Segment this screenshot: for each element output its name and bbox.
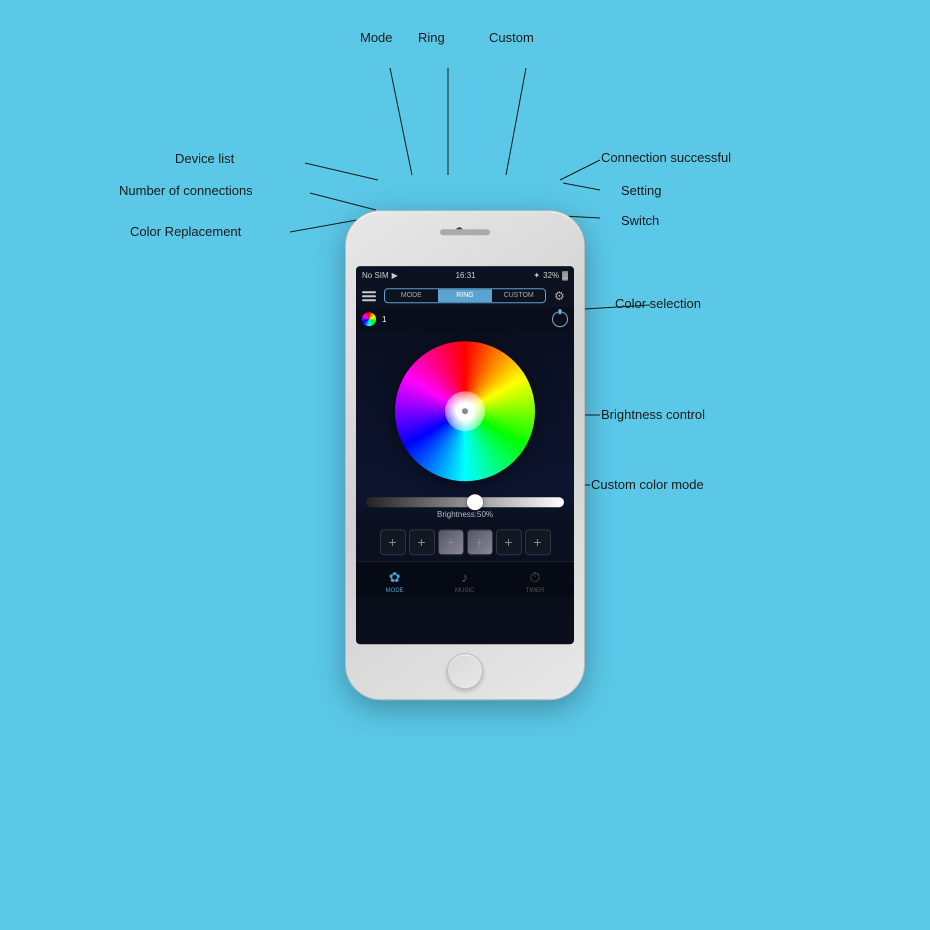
num-connections-label: Number of connections	[119, 183, 253, 198]
color-wheel[interactable]	[395, 341, 535, 481]
nav-mode[interactable]: ✿ MODE	[386, 568, 404, 594]
device-list-label: Device list	[175, 151, 234, 166]
brightness-area: Brightness:50%	[356, 491, 574, 523]
brightness-thumb[interactable]	[467, 494, 483, 510]
bluetooth-icon: ✦	[533, 271, 540, 280]
wheel-center	[461, 407, 469, 415]
battery-icon: ▓	[562, 271, 568, 280]
mode-icon: ✿	[386, 568, 404, 586]
setting-label: Setting	[621, 183, 661, 198]
tab-bar: MODE RING CUSTOM ⚙	[356, 284, 574, 307]
nav-timer-label: TIMER	[526, 588, 545, 594]
connection-count: 1	[382, 315, 386, 324]
top-label-custom: Custom	[489, 30, 534, 45]
color-dot[interactable]	[362, 312, 376, 326]
menu-icon[interactable]	[362, 291, 376, 301]
nav-timer[interactable]: ⏱ TIMER	[526, 568, 545, 594]
time-display: 16:31	[456, 271, 476, 280]
phone-body: No SIM ▶ 16:31 ✦ 32% ▓ MODE RING CU	[345, 210, 585, 700]
chip-3[interactable]: +	[438, 529, 464, 555]
nav-music-label: MUSIC	[455, 588, 474, 594]
connection-successful-label: Connection successful	[601, 150, 731, 165]
color-replacement-label: Color Replacement	[130, 224, 241, 239]
timer-icon: ⏱	[526, 568, 544, 586]
nav-mode-label: MODE	[386, 588, 404, 594]
phone-screen: No SIM ▶ 16:31 ✦ 32% ▓ MODE RING CU	[356, 266, 574, 644]
phone-device: No SIM ▶ 16:31 ✦ 32% ▓ MODE RING CU	[345, 210, 585, 700]
chip-1[interactable]: +	[380, 529, 406, 555]
color-selection-label: Color selection	[615, 296, 701, 311]
tab-ring[interactable]: RING	[439, 289, 493, 302]
bottom-nav: ✿ MODE ♪ MUSIC ⏱ TIMER	[356, 561, 574, 598]
switch-label: Switch	[621, 213, 659, 228]
tab-buttons: MODE RING CUSTOM	[384, 288, 546, 303]
chip-4[interactable]: +	[467, 529, 493, 555]
brightness-control-label: Brightness control	[601, 407, 705, 422]
custom-color-mode-label: Custom color mode	[591, 477, 704, 492]
chip-6[interactable]: +	[525, 529, 551, 555]
chip-2[interactable]: +	[409, 529, 435, 555]
home-button[interactable]	[447, 653, 483, 689]
music-icon: ♪	[456, 568, 474, 586]
settings-icon[interactable]: ⚙	[554, 289, 568, 303]
top-label-ring: Ring	[418, 30, 445, 45]
color-wheel-area	[356, 331, 574, 491]
power-switch-icon[interactable]	[552, 311, 568, 327]
chip-5[interactable]: +	[496, 529, 522, 555]
carrier-text: No SIM	[362, 271, 389, 280]
battery-text: 32%	[543, 271, 559, 280]
custom-chips-area: + + + + + +	[356, 523, 574, 561]
color-row: 1	[356, 307, 574, 331]
tab-mode[interactable]: MODE	[385, 289, 439, 302]
top-label-mode: Mode	[360, 30, 393, 45]
signal-icon: ▶	[392, 271, 398, 280]
brightness-slider[interactable]	[366, 497, 564, 507]
phone-speaker	[440, 229, 490, 235]
tab-custom[interactable]: CUSTOM	[492, 289, 545, 302]
status-bar: No SIM ▶ 16:31 ✦ 32% ▓	[356, 266, 574, 284]
nav-music[interactable]: ♪ MUSIC	[455, 568, 474, 594]
brightness-label: Brightness:50%	[366, 510, 564, 519]
